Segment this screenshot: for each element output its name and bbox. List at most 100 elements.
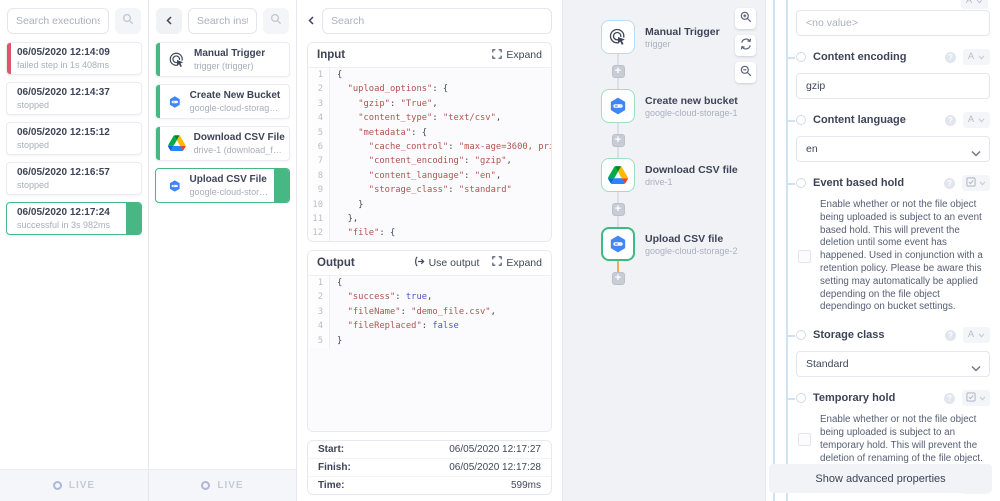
- output-json-code[interactable]: 1{2 "success": true,3 "fileName": "demo_…: [308, 275, 551, 431]
- add-step-button[interactable]: +: [612, 134, 625, 147]
- debug-search-input[interactable]: [322, 8, 552, 34]
- help-icon[interactable]: ?: [945, 52, 956, 63]
- code-line: 5}: [308, 334, 551, 348]
- add-step-button[interactable]: +: [612, 65, 625, 78]
- search-icon: [122, 12, 134, 30]
- refresh-button[interactable]: [735, 35, 756, 56]
- search-executions-input[interactable]: [7, 8, 109, 34]
- node-title: Upload CSV file: [645, 233, 738, 245]
- chevron-down-icon: [978, 52, 985, 63]
- workflow-step-item[interactable]: Create New Bucket google-cloud-storage-1 …: [155, 84, 290, 119]
- workflow-node[interactable]: Create new bucketgoogle-cloud-storage-1: [601, 89, 738, 123]
- type-selector[interactable]: A: [961, 0, 988, 9]
- execution-time: 06/05/2020 12:17:24: [17, 207, 121, 218]
- step-title: Create New Bucket: [190, 90, 283, 101]
- workflow-node[interactable]: Upload CSV filegoogle-cloud-storage-2: [601, 227, 738, 261]
- show-advanced-properties-button[interactable]: Show advanced properties: [769, 464, 992, 493]
- step-subtitle: google-cloud-storage-2 (...: [190, 187, 269, 197]
- node-icon-box[interactable]: [601, 89, 635, 123]
- code-line: 2 "success": true,: [308, 290, 551, 304]
- property-toggle[interactable]: [796, 330, 806, 340]
- use-output-button[interactable]: Use output: [413, 256, 480, 270]
- type-selector[interactable]: A: [963, 49, 990, 65]
- instance-panel: Manual Triggertrigger (trigger) Create Ne…: [148, 0, 296, 501]
- node-title: Download CSV file: [645, 164, 738, 176]
- property-toggle[interactable]: [796, 178, 806, 188]
- type-selector[interactable]: A: [963, 112, 990, 128]
- live-ring-icon: [53, 481, 62, 490]
- workflow-canvas: Manual Triggertrigger + Create new bucketg…: [562, 0, 766, 501]
- type-selector[interactable]: A: [963, 327, 990, 343]
- expand-output-button[interactable]: Expand: [492, 256, 542, 269]
- chevron-down-icon: [976, 0, 983, 7]
- expand-icon: [492, 49, 502, 62]
- manual-trigger-icon: [608, 27, 628, 47]
- tree-guide-line: [786, 0, 788, 501]
- search-button[interactable]: [263, 8, 289, 34]
- temporary-hold-checkbox[interactable]: [798, 433, 811, 446]
- workflow-step-item[interactable]: Download CSV Filedrive-1 (download_file): [155, 126, 290, 161]
- execution-time: 06/05/2020 12:16:57: [17, 167, 133, 178]
- property-toggle[interactable]: [796, 393, 806, 403]
- code-line: 7 "content_encoding": "gzip",: [308, 154, 551, 168]
- node-icon-box[interactable]: [601, 158, 635, 192]
- chevron-down-icon: [971, 359, 981, 377]
- line-number: 3: [308, 305, 330, 319]
- text-type-icon: A: [967, 51, 975, 63]
- execution-list-item[interactable]: 06/05/2020 12:14:09failed step in 1s 408…: [6, 42, 142, 75]
- zoom-in-button[interactable]: [735, 8, 756, 29]
- code-line: 4 "content_type": "text/csv",: [308, 111, 551, 125]
- summary-finish-row: Finish: 06/05/2020 12:17:28: [308, 458, 551, 476]
- zoom-in-icon: [740, 10, 752, 28]
- chevron-down-icon: [978, 330, 985, 341]
- property-description: Enable whether or not the file object be…: [820, 199, 990, 314]
- expand-input-button[interactable]: Expand: [492, 49, 542, 62]
- execution-status: stopped: [17, 140, 133, 150]
- execution-time: 06/05/2020 12:15:12: [17, 127, 133, 138]
- back-button[interactable]: [156, 8, 182, 34]
- workflow-node[interactable]: Manual Triggertrigger: [601, 20, 720, 54]
- svg-text:A: A: [968, 114, 974, 123]
- property-toggle[interactable]: [796, 52, 806, 62]
- property-toggle[interactable]: [796, 115, 806, 125]
- content-encoding-input[interactable]: [796, 73, 990, 99]
- zoom-out-button[interactable]: [735, 62, 756, 83]
- type-selector[interactable]: [962, 390, 990, 406]
- event-based-hold-checkbox[interactable]: [798, 250, 811, 263]
- node-subtitle: google-cloud-storage-2: [645, 246, 738, 256]
- svg-text:A: A: [968, 329, 974, 338]
- type-selector[interactable]: [962, 175, 990, 191]
- workflow-step-item[interactable]: Upload CSV Filegoogle-cloud-storage-2 (.…: [155, 168, 290, 203]
- content-language-select[interactable]: [796, 136, 990, 162]
- add-step-button[interactable]: +: [612, 203, 625, 216]
- node-icon-box[interactable]: [601, 20, 635, 54]
- help-icon[interactable]: ?: [945, 330, 956, 341]
- debug-panel: Input Expand 1{2 "upload_options": {3 "g…: [296, 0, 562, 501]
- storage-class-select[interactable]: [796, 351, 990, 377]
- code-line: 3 "gzip": "True",: [308, 97, 551, 111]
- execution-list-item[interactable]: 06/05/2020 12:17:24successful in 3s 982m…: [6, 202, 142, 235]
- line-number: 3: [308, 97, 330, 111]
- execution-time: 06/05/2020 12:14:09: [17, 47, 133, 58]
- search-instance-input[interactable]: [188, 8, 257, 34]
- node-title: Manual Trigger: [645, 26, 720, 38]
- step-subtitle: google-cloud-storage-1 (crea...: [190, 103, 283, 113]
- workflow-step-item[interactable]: Manual Triggertrigger (trigger): [155, 42, 290, 77]
- node-icon-box[interactable]: [601, 227, 635, 261]
- chevron-left-icon[interactable]: [307, 12, 316, 30]
- help-icon[interactable]: ?: [945, 115, 956, 126]
- execution-list-item[interactable]: 06/05/2020 12:15:12 stopped: [6, 122, 142, 155]
- workflow-node[interactable]: Download CSV filedrive-1: [601, 158, 738, 192]
- execution-list-item[interactable]: 06/05/2020 12:16:57stopped: [6, 162, 142, 195]
- help-icon[interactable]: ?: [944, 178, 955, 189]
- file-name-field[interactable]: [796, 10, 990, 36]
- help-icon[interactable]: ?: [944, 393, 955, 404]
- text-type-icon: A: [967, 114, 975, 126]
- input-json-code[interactable]: 1{2 "upload_options": {3 "gzip": "True",…: [308, 67, 551, 241]
- search-button[interactable]: [115, 8, 141, 34]
- execution-list-item[interactable]: 06/05/2020 12:14:37stopped: [6, 82, 142, 115]
- line-number: 7: [308, 154, 330, 168]
- executions-list: 06/05/2020 12:14:09failed step in 1s 408…: [0, 40, 148, 469]
- add-step-button[interactable]: +: [612, 272, 625, 285]
- live-ring-icon: [201, 481, 210, 490]
